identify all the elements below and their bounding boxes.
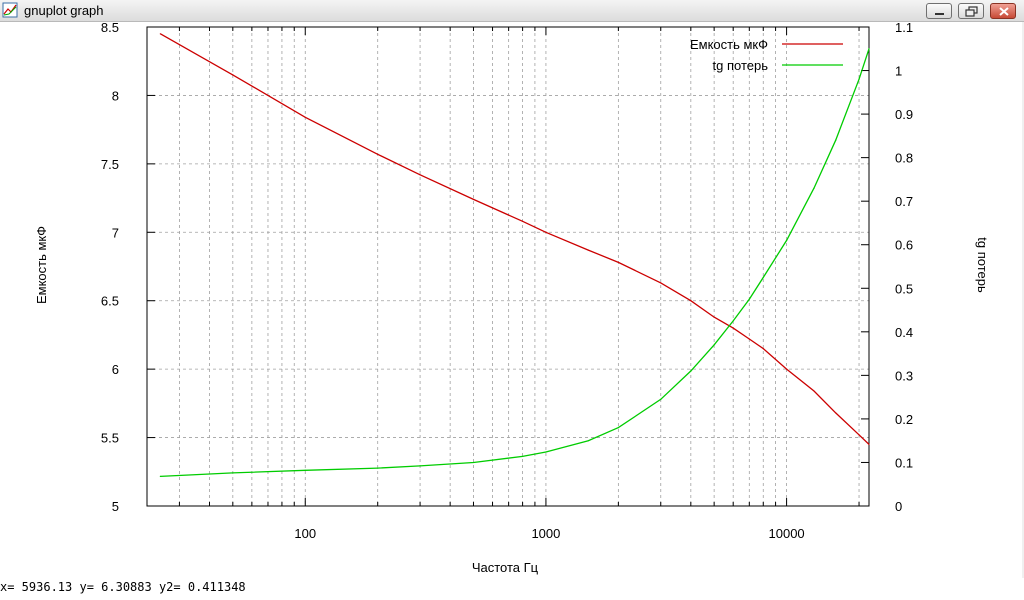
- x-tick-label: 10000: [769, 526, 805, 541]
- tick-labels: 100 1000 10000 5 5.5 6 6.5 7 7.5 8 8.5 0 0.1 0.2 0.3 0.…: [101, 22, 913, 541]
- y2-tick-label: 1.1: [895, 22, 913, 35]
- y2-tick-label: 0.7: [895, 194, 913, 209]
- title-bar[interactable]: gnuplot graph: [0, 0, 1024, 22]
- data-point: [748, 338, 750, 340]
- y2-tick-label: 0.9: [895, 107, 913, 122]
- data-point: [732, 327, 734, 329]
- data-point: [545, 451, 547, 453]
- x-tick-label: 1000: [531, 526, 560, 541]
- data-point: [660, 282, 662, 284]
- window-title: gnuplot graph: [24, 3, 104, 18]
- minimize-icon: [935, 13, 944, 15]
- gnuplot-window: gnuplot graph 100 1000 10000 5 5.5 6 6.5 7 7.5 8 8…: [0, 0, 1024, 600]
- data-point: [472, 198, 475, 201]
- data-point: [159, 475, 161, 477]
- data-point: [545, 231, 547, 233]
- data-point: [748, 298, 750, 300]
- data-point: [377, 153, 379, 155]
- chart-canvas[interactable]: 100 1000 10000 5 5.5 6 6.5 7 7.5 8 8.5 0 0.1 0.2 0.3 0.…: [0, 22, 1024, 578]
- data-point: [785, 368, 788, 370]
- data-point: [419, 174, 421, 176]
- data-point: [522, 455, 524, 457]
- data-point: [835, 139, 837, 141]
- y-axis-label: Емкость мкФ: [34, 226, 49, 304]
- data-point: [858, 434, 860, 436]
- data-point: [304, 469, 306, 471]
- data-point: [713, 344, 715, 346]
- legend-label: Емкость мкФ: [690, 37, 768, 52]
- data-point: [813, 390, 815, 392]
- y2-tick-label: 0.5: [895, 281, 913, 296]
- data-point: [472, 461, 475, 464]
- data-point: [377, 467, 379, 469]
- legend-label: tg потерь: [713, 58, 769, 73]
- data-point: [858, 78, 860, 80]
- data-point: [304, 116, 306, 118]
- data-point: [868, 443, 870, 446]
- data-point: [813, 187, 815, 189]
- y2-tick-label: 0.3: [895, 368, 913, 383]
- y-tick-label: 7.5: [101, 157, 119, 172]
- y-tick-label: 8.5: [101, 22, 119, 35]
- data-point: [785, 239, 788, 241]
- data-point: [617, 427, 619, 429]
- x-tick-label: 100: [294, 526, 316, 541]
- data-point: [587, 440, 589, 442]
- data-point: [690, 370, 692, 372]
- x-axis-label: Частота Гц: [472, 560, 539, 575]
- data-point: [587, 249, 589, 251]
- data-point: [617, 261, 619, 263]
- y-tick-label: 6: [112, 362, 119, 377]
- data-point: [660, 398, 662, 400]
- data-point: [690, 300, 692, 302]
- data-point: [522, 220, 524, 222]
- data-point: [868, 48, 870, 50]
- y-tick-label: 6.5: [101, 294, 119, 309]
- close-icon: [999, 7, 1009, 16]
- y-tick-label: 7: [112, 225, 119, 240]
- data-point: [232, 472, 234, 474]
- data-point: [419, 465, 421, 467]
- data-point: [835, 412, 837, 414]
- y2-tick-label: 0: [895, 499, 902, 514]
- data-point: [713, 316, 715, 318]
- y-tick-label: 5: [112, 499, 119, 514]
- close-button[interactable]: [990, 3, 1016, 19]
- gnuplot-app-icon: [2, 2, 18, 18]
- data-point: [159, 33, 161, 35]
- y2-tick-label: 0.1: [895, 455, 913, 470]
- y2-tick-label: 1: [895, 64, 902, 79]
- data-point: [232, 74, 234, 76]
- tick-marks: [147, 26, 869, 507]
- cursor-readout: x= 5936.13 y= 6.30883 y2= 0.411348: [0, 580, 246, 594]
- plot-border: [146, 26, 870, 507]
- y2-axis-label: tg потерь: [975, 237, 990, 293]
- data-point: [762, 276, 764, 278]
- y-tick-label: 5.5: [101, 431, 119, 446]
- minimize-button[interactable]: [926, 3, 952, 19]
- y2-tick-label: 0.8: [895, 151, 913, 166]
- loss-tangent-line: [160, 48, 870, 478]
- restore-icon: [965, 6, 978, 17]
- y2-tick-label: 0.4: [895, 325, 913, 340]
- data-point: [732, 320, 734, 322]
- y2-tick-label: 0.6: [895, 238, 913, 253]
- y-tick-label: 8: [112, 88, 119, 103]
- maximize-button[interactable]: [958, 3, 984, 19]
- y2-tick-label: 0.2: [895, 412, 913, 427]
- legend: Емкость мкФ tg потерь: [690, 37, 843, 73]
- data-point: [762, 348, 764, 350]
- grid: [147, 27, 869, 506]
